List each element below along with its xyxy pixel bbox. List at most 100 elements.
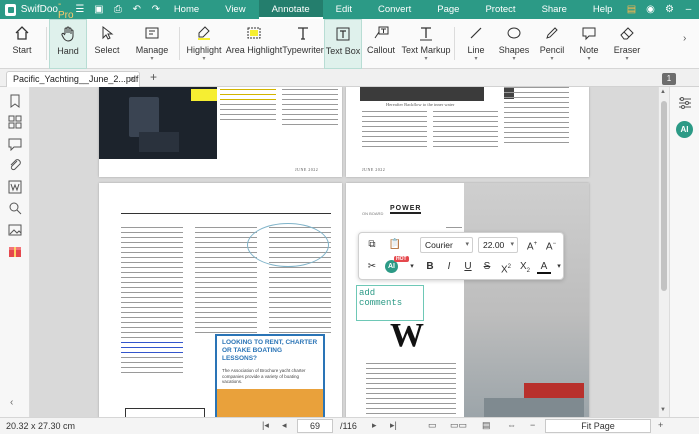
magazine-logo: W bbox=[390, 317, 424, 354]
chevron-down-icon: ▾ bbox=[587, 56, 591, 62]
prev-page-icon[interactable]: ◂ bbox=[282, 420, 287, 431]
superscript-icon[interactable]: X2 bbox=[499, 260, 513, 275]
scrollbar-thumb[interactable] bbox=[661, 101, 667, 291]
highlight-button[interactable]: Highlight ▾ bbox=[182, 19, 226, 69]
minimize-icon[interactable]: – bbox=[682, 4, 694, 16]
zoom-select[interactable]: Fit Page bbox=[545, 419, 651, 433]
attachment-icon[interactable] bbox=[8, 158, 22, 172]
menu-help[interactable]: Help bbox=[580, 0, 626, 19]
ai-assistant-icon[interactable]: AI bbox=[676, 121, 693, 138]
pencil-icon bbox=[544, 25, 560, 41]
text-box-button[interactable]: Text Box bbox=[324, 19, 362, 69]
advert-body: The Association of Brochure yacht charte… bbox=[222, 368, 306, 384]
select-tool-button[interactable]: Select bbox=[87, 19, 127, 69]
right-sidebar: AI bbox=[669, 87, 699, 417]
settings-icon[interactable]: ⚙ bbox=[663, 4, 675, 16]
chevron-right-icon[interactable]: › bbox=[683, 33, 693, 44]
new-tab-button[interactable]: + bbox=[150, 71, 157, 84]
menu-home[interactable]: Home bbox=[161, 0, 212, 19]
underline-icon[interactable]: U bbox=[461, 260, 475, 274]
manage-button[interactable]: Manage ▾ bbox=[127, 19, 177, 69]
menu-page[interactable]: Page bbox=[424, 0, 472, 19]
window-controls: ▤ ◉ ⚙ – ▢ ✕ bbox=[625, 4, 699, 16]
eraser-button[interactable]: Eraser ▾ bbox=[607, 19, 647, 69]
text-column bbox=[504, 87, 569, 147]
last-page-icon[interactable]: ▸| bbox=[390, 420, 397, 431]
page-number-input[interactable]: 69 bbox=[297, 419, 333, 433]
shapes-button[interactable]: Shapes ▾ bbox=[495, 19, 533, 69]
menu-share[interactable]: Share bbox=[529, 0, 580, 19]
menu-icon[interactable]: ☰ bbox=[75, 4, 85, 15]
bold-icon[interactable]: B bbox=[423, 260, 437, 274]
text-markup-button[interactable]: Text Markup ▾ bbox=[400, 19, 452, 69]
subscript-icon[interactable]: X2 bbox=[518, 260, 532, 274]
font-family-select[interactable]: Courier ▾ bbox=[420, 237, 473, 253]
swifdoo-logo-icon bbox=[5, 3, 16, 16]
app-logo: SwifDoo -Pro bbox=[0, 0, 75, 21]
comments-icon[interactable] bbox=[8, 137, 22, 152]
decrease-font-icon[interactable]: A− bbox=[544, 237, 558, 252]
toolbar-divider bbox=[454, 27, 455, 60]
pencil-button[interactable]: Pencil ▾ bbox=[533, 19, 571, 69]
two-page-view-icon[interactable]: ▭▭ bbox=[450, 420, 467, 431]
font-color-icon[interactable]: A bbox=[537, 260, 551, 274]
chevron-down-icon[interactable]: ▾ bbox=[405, 260, 419, 274]
menu-view[interactable]: View bbox=[212, 0, 258, 19]
ellipse-annotation[interactable] bbox=[247, 223, 329, 267]
scroll-up-icon[interactable]: ▲ bbox=[660, 89, 666, 95]
search-icon[interactable] bbox=[8, 201, 22, 215]
line-button[interactable]: Line ▾ bbox=[457, 19, 495, 69]
copy-icon[interactable]: ⧉ bbox=[365, 238, 379, 252]
next-page-icon[interactable]: ▸ bbox=[372, 420, 377, 431]
typewriter-button[interactable]: Typewriter bbox=[282, 19, 324, 69]
gift-icon[interactable] bbox=[8, 244, 22, 258]
menu-annotate[interactable]: Annotate bbox=[258, 0, 323, 19]
toolbar-divider bbox=[46, 27, 47, 60]
start-button[interactable]: Start bbox=[0, 19, 44, 69]
close-tab-icon[interactable]: × bbox=[130, 74, 135, 84]
first-page-icon[interactable]: |◂ bbox=[262, 420, 269, 431]
cart-icon[interactable]: ▤ bbox=[625, 4, 637, 16]
zoom-in-icon[interactable]: + bbox=[658, 420, 663, 430]
image-icon[interactable] bbox=[8, 223, 22, 237]
status-bar: 20.32 x 27.30 cm |◂ ◂ 69 /116 ▸ ▸| ▭ ▭▭ … bbox=[0, 417, 699, 434]
vertical-scrollbar[interactable]: ▲ ▼ bbox=[658, 87, 669, 417]
fit-width-icon[interactable]: ⇔ bbox=[507, 420, 516, 430]
print-icon[interactable]: ⎙ bbox=[113, 4, 123, 15]
collapse-sidebar-icon[interactable]: ‹ bbox=[10, 397, 13, 408]
account-icon[interactable]: ◉ bbox=[644, 4, 656, 16]
italic-icon[interactable]: I bbox=[442, 260, 456, 274]
chevron-down-icon: ▾ bbox=[465, 241, 469, 248]
page-count-badge: 1 bbox=[662, 73, 676, 85]
chevron-down-icon[interactable]: ▾ bbox=[552, 260, 566, 274]
note-button[interactable]: Note ▾ bbox=[571, 19, 607, 69]
highlighter-icon bbox=[196, 25, 212, 41]
continuous-view-icon[interactable]: ▤ bbox=[482, 420, 491, 431]
scroll-down-icon[interactable]: ▼ bbox=[660, 407, 666, 413]
bookmark-icon[interactable] bbox=[8, 94, 22, 108]
strikethrough-icon[interactable]: S bbox=[480, 260, 494, 274]
font-size-select[interactable]: 22.00 ▾ bbox=[478, 237, 518, 253]
word-icon[interactable] bbox=[8, 180, 22, 194]
zoom-out-icon[interactable]: − bbox=[530, 420, 535, 430]
menu-protect[interactable]: Protect bbox=[472, 0, 528, 19]
text-box-annotation[interactable]: add comments bbox=[356, 285, 424, 321]
menu-edit[interactable]: Edit bbox=[323, 0, 365, 19]
increase-font-icon[interactable]: A+ bbox=[525, 237, 539, 252]
save-icon[interactable]: ▣ bbox=[94, 4, 104, 15]
redo-icon[interactable]: ↷ bbox=[151, 4, 161, 15]
callout-button[interactable]: Callout bbox=[362, 19, 400, 69]
thumbnails-icon[interactable] bbox=[8, 115, 22, 129]
undo-icon[interactable]: ↶ bbox=[132, 4, 142, 15]
single-page-view-icon[interactable]: ▭ bbox=[428, 420, 437, 431]
properties-icon[interactable] bbox=[678, 96, 692, 110]
eraser-icon bbox=[619, 25, 635, 41]
paste-icon[interactable]: 📋 bbox=[388, 238, 402, 252]
document-tab[interactable]: Pacific_Yachting__June_2...pdf × bbox=[6, 71, 140, 87]
logo-box bbox=[125, 408, 205, 417]
cut-icon[interactable]: ✂ bbox=[365, 260, 379, 274]
area-highlight-button[interactable]: Area Highlight bbox=[226, 19, 282, 69]
menu-convert[interactable]: Convert bbox=[365, 0, 424, 19]
area-highlight-icon bbox=[246, 25, 262, 41]
hand-tool-button[interactable]: Hand bbox=[49, 19, 87, 69]
